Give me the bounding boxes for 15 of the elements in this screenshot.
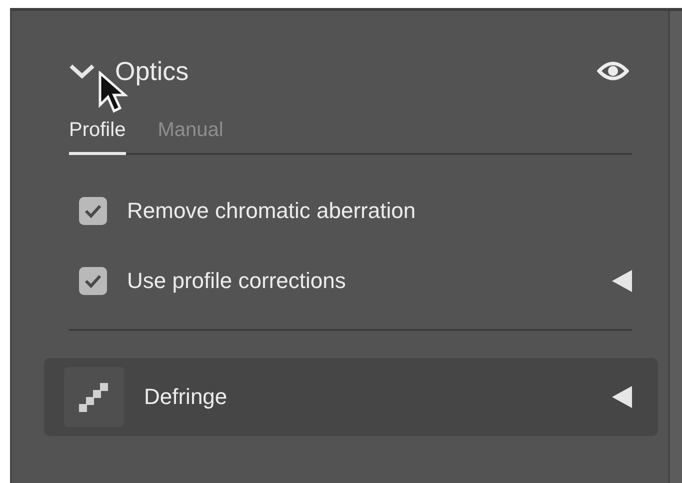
checkbox-label: Remove chromatic aberration [127,198,417,224]
checkbox[interactable] [79,197,107,225]
checkmark-icon [84,204,102,218]
disclosure-triangle-icon[interactable] [612,386,632,408]
checkmark-icon [84,274,102,288]
pixel-steps-icon [64,367,124,427]
section-title: Optics [115,56,190,86]
checkbox-label: Use profile corrections [127,268,347,294]
disclosure-triangle-icon[interactable] [612,270,632,292]
tab[interactable]: Profile [69,113,126,155]
eye-icon[interactable] [597,60,629,82]
defringe-panel[interactable]: Defringe [44,358,658,436]
checkbox[interactable] [79,267,107,295]
subsection-label: Defringe [144,384,228,410]
chevron-down-icon[interactable] [69,63,95,79]
